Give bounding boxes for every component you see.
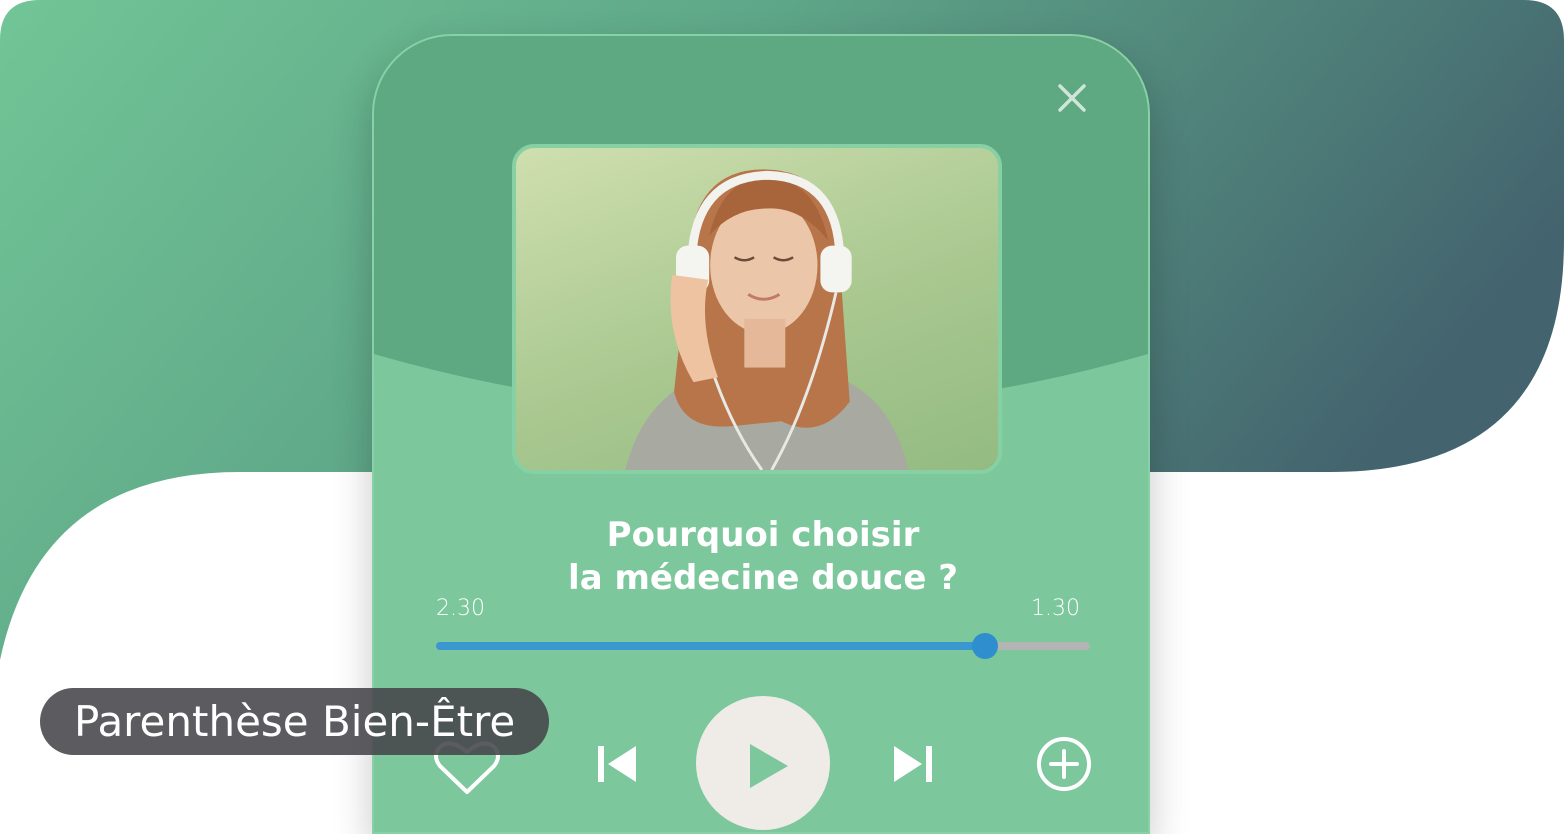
episode-title-line-2: la médecine douce ? [568,558,958,598]
previous-button[interactable] [596,742,640,786]
close-button[interactable] [1054,80,1090,116]
episode-title: Pourquoi choisir la médecine douce ? [374,514,1148,600]
progress-thumb[interactable] [972,633,999,659]
brand-badge: Parenthèse Bien-Être [40,688,550,755]
progress-fill [436,642,986,650]
episode-title-line-1: Pourquoi choisir [606,515,920,555]
remaining-time: 1.30 [1031,596,1080,621]
add-button[interactable] [1036,736,1092,792]
play-icon [750,744,788,788]
next-button[interactable] [890,742,934,786]
plus-circle-icon [1037,737,1091,791]
elapsed-time: 2.30 [436,596,485,621]
skip-previous-icon [598,746,636,782]
play-button[interactable] [696,696,830,830]
woman-with-headphones-photo [625,169,909,470]
cover-image [512,144,1002,474]
skip-next-icon [894,746,932,782]
progress-bar[interactable] [436,633,1090,659]
close-icon [1058,84,1086,112]
